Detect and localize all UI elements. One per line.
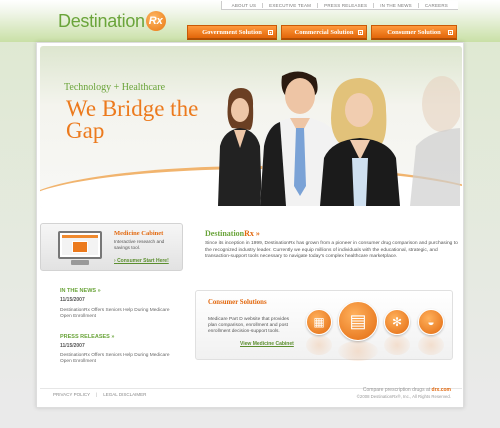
medicine-cabinet-title: Medicine Cabinet [114,230,164,237]
icon-reflection [306,335,332,355]
press-date: 11/15/2007 [60,343,85,349]
logo-text: Destination [58,10,145,31]
privacy-policy-link[interactable]: PRIVACY POLICY [53,392,90,397]
footer-right: Compare prescription drugs at drx.com ©2… [357,387,451,399]
consumer-solutions-text: Medicare Part D website that provides pl… [208,317,290,335]
nav-government-solution[interactable]: Government Solution ▾ [187,25,277,40]
main-nav: Government Solution ▾ Commercial Solutio… [187,25,457,40]
consumer-solutions-title: Consumer Solutions [208,299,267,306]
dropdown-arrow-icon: ▾ [448,30,453,35]
top-link-press-releases[interactable]: PRESS RELEASES [318,2,375,8]
intro-text: Since its inception in 1999, Destination… [205,241,458,259]
top-link-in-the-news[interactable]: IN THE NEWS [374,2,419,8]
nav-commercial-solution[interactable]: Commercial Solution ▾ [281,25,367,40]
drx-link[interactable]: drx.com [432,387,451,393]
consumer-solutions-box: Consumer Solutions Medicare Part D websi… [195,290,453,361]
top-bar: ABOUT US EXECUTIVE TEAM PRESS RELEASES I… [0,0,500,42]
in-the-news-heading[interactable]: IN THE NEWS » [60,288,101,294]
top-link-executive-team[interactable]: EXECUTIVE TEAM [263,2,319,8]
nav-consumer-solution[interactable]: Consumer Solution ▾ [371,25,457,40]
monitor-stand [71,260,89,265]
medicine-cabinet-promo[interactable]: Medicine Cabinet Interactive research an… [40,223,183,271]
medicine-cabinet-description: Interactive research and savings tool. [114,239,165,250]
nav-label: Consumer Solution [387,28,441,36]
dropdown-arrow-icon: ▾ [358,30,363,35]
mortar-pestle-icon[interactable]: ◒ [418,309,444,335]
legal-disclaimer-link[interactable]: LEGAL DISCLAIMER [103,392,146,397]
logo-rx-badge: Rx [145,11,166,31]
news-item-link[interactable]: DestinationRx Offers Seniors Help During… [60,308,170,320]
press-item-link[interactable]: DestinationRx Offers Seniors Help During… [60,353,170,365]
icon-reflection [418,335,444,355]
press-releases-heading[interactable]: PRESS RELEASES » [60,334,114,340]
nav-label: Government Solution [202,28,262,36]
copyright: ©2008 DestinationRx®, Inc., All Rights R… [356,394,451,399]
view-medicine-cabinet-link[interactable]: View Medicine Cabinet [240,341,294,347]
icon-reflection [338,341,378,361]
intro-arrow-icon: » [255,229,260,238]
top-links: ABOUT US EXECUTIVE TEAM PRESS RELEASES I… [220,1,458,10]
footer-separator: | [96,392,98,397]
hero-people-photo [218,71,460,206]
calculator-icon[interactable]: ▤ [338,301,378,341]
page-content: Technology + Healthcare We Bridge the Ga… [36,42,464,408]
pills-icon[interactable]: ✻ [384,309,410,335]
news-date: 11/15/2007 [60,297,85,303]
hero-title: We Bridge the Gap [66,96,199,143]
top-link-careers[interactable]: CAREERS [419,3,454,8]
dropdown-arrow-icon: ▾ [268,30,273,35]
computer-monitor-icon [58,231,102,259]
intro-title: DestinationRx » [205,229,260,238]
icon-reflection [384,335,410,355]
nav-label: Commercial Solution [294,28,354,36]
footer-links: PRIVACY POLICY | LEGAL DISCLAIMER [53,392,146,397]
calendar-icon[interactable]: ▦ [306,309,332,335]
compare-text: Compare prescription drugs at drx.com [362,387,451,393]
logo[interactable]: Destination Rx [58,9,166,33]
top-link-about-us[interactable]: ABOUT US [226,2,264,8]
hero-banner: Technology + Healthcare We Bridge the Ga… [40,46,462,208]
hero-subtitle: Technology + Healthcare [64,82,166,93]
consumer-start-link[interactable]: › Consumer Start Here! [114,258,169,264]
